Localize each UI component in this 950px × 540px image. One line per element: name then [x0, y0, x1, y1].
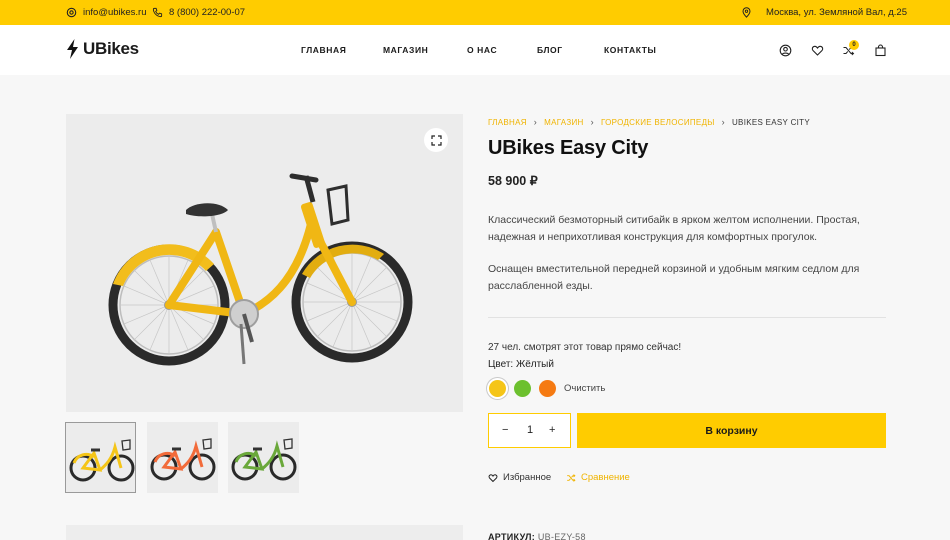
clear-color-link[interactable]: Очистить — [564, 383, 605, 394]
description-line: Оснащен вместительной передней корзиной … — [488, 263, 860, 275]
quantity-stepper: − 1 + — [488, 413, 571, 448]
color-label: Цвет: Жёлтый — [488, 359, 554, 370]
product-main-image[interactable] — [66, 114, 463, 412]
compare-count-badge: 0 — [849, 40, 859, 50]
thumbnail-green[interactable] — [228, 422, 299, 493]
viewers-count: 27 чел. смотрят этот товар прямо сейчас! — [488, 342, 682, 353]
product-price: 58 900 ₽ — [488, 174, 538, 188]
description-line: расслабленной езды. — [488, 280, 593, 292]
qty-plus-button[interactable]: + — [549, 424, 555, 436]
thumbnail-orange[interactable] — [147, 422, 218, 493]
product-description-1: Классический безмоторный ситибайк в ярко… — [488, 212, 888, 246]
qty-minus-button[interactable]: − — [502, 424, 508, 436]
wishlist-label: Избранное — [503, 472, 552, 483]
wishlist-link[interactable]: Избранное — [488, 472, 551, 483]
compare-label: Сравнение — [581, 472, 630, 483]
color-swatch-green[interactable] — [514, 380, 531, 397]
site-header: UBikes ГЛАВНАЯ МАГАЗИН О НАС БЛОГ КОНТАК… — [0, 25, 950, 75]
thumbnail-yellow[interactable] — [65, 422, 136, 493]
compare-icon — [567, 473, 576, 482]
breadcrumb-current: UBIKES EASY CITY — [731, 117, 810, 127]
chevron-right-icon: › — [533, 117, 538, 127]
description-line: надежная и неприхотливая конструкция для… — [488, 231, 818, 243]
breadcrumb-home[interactable]: ГЛАВНАЯ — [488, 118, 527, 127]
top-bar: info@ubikes.ru 8 (800) 222-00-07 Москва,… — [0, 0, 950, 25]
user-icon[interactable] — [779, 44, 792, 57]
email-link[interactable]: info@ubikes.ru — [66, 0, 147, 25]
phone-icon — [152, 7, 163, 18]
sku-label: АРТИКУЛ: — [488, 532, 536, 540]
orange-bike-thumbnail — [150, 438, 216, 481]
shopping-bag-icon[interactable] — [874, 44, 887, 57]
fullscreen-button[interactable] — [424, 128, 448, 152]
breadcrumb: ГЛАВНАЯ › МАГАЗИН › ГОРОДСКИЕ ВЕЛОСИПЕДЫ… — [488, 117, 810, 127]
yellow-city-bike-image — [108, 173, 413, 366]
address-text: Москва, ул. Земляной Вал, д.25 — [766, 7, 907, 18]
phone-link[interactable]: 8 (800) 222-00-07 — [152, 0, 245, 25]
location-pin-icon — [742, 7, 751, 18]
color-swatch-yellow[interactable] — [489, 380, 506, 397]
compare-link[interactable]: Сравнение — [566, 472, 630, 483]
sku: АРТИКУЛ: UB-EZY-58 — [488, 532, 586, 540]
logo-text: UBikes — [83, 39, 139, 58]
breadcrumb-category[interactable]: ГОРОДСКИЕ ВЕЛОСИПЕДЫ — [601, 118, 715, 127]
chevron-right-icon: › — [590, 117, 594, 127]
product-description-2: Оснащен вместительной передней корзиной … — [488, 261, 888, 295]
lightning-logo-icon — [67, 39, 78, 59]
product-title: UBikes Easy City — [488, 137, 649, 159]
lower-content-card — [66, 525, 463, 540]
color-swatch-orange[interactable] — [539, 380, 556, 397]
address-link[interactable]: Москва, ул. Земляной Вал, д.25 — [741, 0, 907, 25]
sku-value: UB-EZY-58 — [537, 532, 586, 540]
nav-contacts[interactable]: КОНТАКТЫ — [604, 45, 656, 55]
divider — [488, 317, 886, 318]
at-icon — [66, 7, 77, 18]
breadcrumb-shop[interactable]: МАГАЗИН — [544, 118, 584, 127]
nav-home[interactable]: ГЛАВНАЯ — [301, 45, 346, 55]
logo[interactable]: UBikes — [66, 39, 139, 59]
nav-shop[interactable]: МАГАЗИН — [383, 45, 428, 55]
nav-blog[interactable]: БЛОГ — [537, 45, 563, 55]
nav-about[interactable]: О НАС — [467, 45, 497, 55]
email-text: info@ubikes.ru — [83, 7, 147, 18]
heart-icon[interactable] — [811, 44, 824, 57]
green-bike-thumbnail — [231, 438, 297, 481]
qty-value[interactable]: 1 — [527, 424, 533, 436]
heart-icon — [488, 473, 498, 482]
yellow-bike-thumbnail — [69, 439, 135, 482]
add-to-cart-button[interactable]: В корзину — [577, 413, 886, 448]
expand-icon — [430, 134, 442, 146]
chevron-right-icon: › — [721, 117, 725, 127]
description-line: Классический безмоторный ситибайк в ярко… — [488, 214, 860, 226]
phone-text: 8 (800) 222-00-07 — [169, 7, 246, 18]
